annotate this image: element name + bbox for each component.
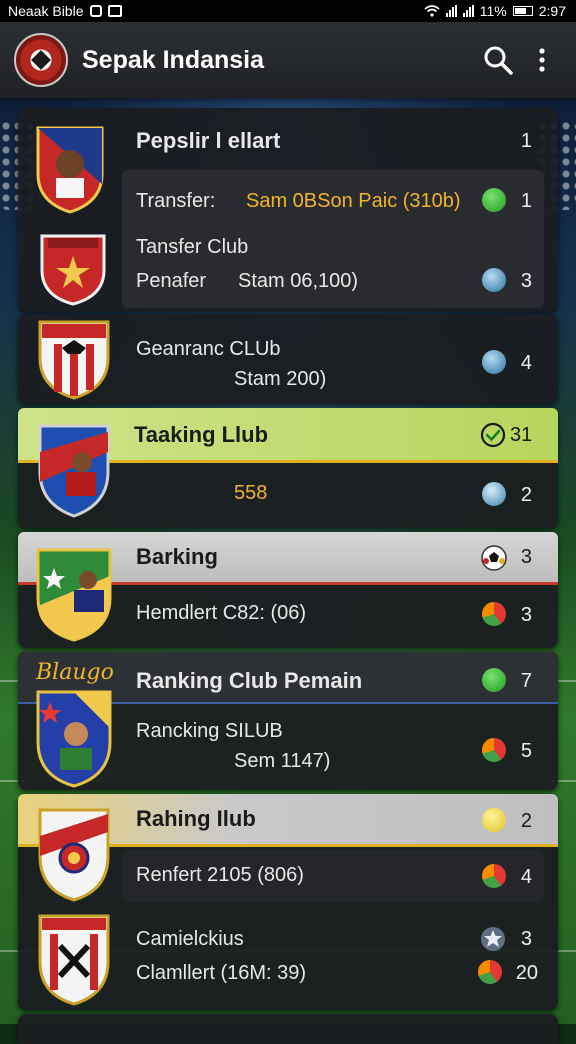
check-circle-icon <box>480 422 506 448</box>
status-neutral-icon <box>482 268 506 292</box>
transfer-club-label: Tansfer Club <box>136 236 249 258</box>
row-count: 1 <box>520 130 532 152</box>
row-title: Taaking Llub <box>134 422 269 447</box>
club-crest-icon <box>40 234 106 306</box>
list-item[interactable]: Pepslir l ellart 1 Transfer: Sam 0BSon P… <box>18 108 558 312</box>
app-title: Sepak Indansia <box>82 45 265 74</box>
carrier-text: Neaak Bible <box>8 3 84 19</box>
list-item[interactable]: Blaugo Ranking Club Pemain 7 Rancking SI… <box>18 652 558 790</box>
row-count: 2 <box>520 810 532 832</box>
battery-percent: 11% <box>479 3 507 19</box>
row-count: 4 <box>520 352 532 374</box>
status-neutral-icon <box>482 482 506 506</box>
status-mixed-icon <box>478 960 502 984</box>
row-title: Pepslir l ellart <box>136 128 281 153</box>
transfer-label: Transfer: <box>136 190 216 212</box>
row-count: 3 <box>520 270 532 292</box>
signal-icon-2 <box>462 5 474 17</box>
club-crest-icon <box>38 808 110 902</box>
row-count: 5 <box>520 740 532 762</box>
row-count: 31 <box>510 424 533 446</box>
status-mixed-icon <box>482 602 506 626</box>
penafer-label: Penafer <box>136 270 207 292</box>
notification-icon <box>89 5 102 17</box>
list-item-partial[interactable] <box>18 1014 558 1044</box>
star-badge-icon <box>481 927 505 951</box>
status-warning-icon <box>482 808 506 832</box>
club-value: Stam 200) <box>234 368 327 390</box>
row-detail: Hemdlert C82: (06) <box>136 602 307 624</box>
club-name: Camielckius <box>136 928 244 950</box>
club-crest-icon <box>38 320 110 400</box>
club-crest-icon <box>38 914 110 1006</box>
club-script-logo: Blaugo <box>36 660 114 685</box>
ranking-value: 558 <box>234 482 268 504</box>
penafer-value: Stam 06,100) <box>238 270 359 292</box>
club-crest-icon <box>36 548 112 642</box>
club-crest-icon <box>36 690 112 788</box>
row-count: 7 <box>520 670 532 692</box>
app-bar: Sepak Indansia <box>0 22 576 98</box>
list-item[interactable]: Barking 3 Hemdlert C82: (06) 3 <box>18 532 558 648</box>
row-detail-value: Sem 1147) <box>234 750 331 772</box>
status-bar: Neaak Bible 11% 2:97 <box>0 0 576 22</box>
logo-icon[interactable] <box>14 33 68 87</box>
list-item-highlighted[interactable]: Taaking Llub 31 558 2 <box>18 408 558 528</box>
status-up-icon <box>482 188 506 212</box>
row-count: 2 <box>520 484 532 506</box>
battery-icon <box>512 6 533 16</box>
soccer-ball-icon <box>481 545 507 571</box>
row-detail: Renfert 2105 (806) <box>136 864 304 886</box>
row-title: Rahing Ilub <box>136 806 256 831</box>
row-count: 3 <box>520 604 532 626</box>
more-options-button[interactable] <box>520 38 564 82</box>
transfer-value: Sam 0BSon Paic (310b) <box>246 190 461 212</box>
club-crest-icon <box>36 126 104 214</box>
clock: 2:97 <box>538 3 566 19</box>
row-title: Barking <box>136 544 218 569</box>
search-icon <box>484 46 513 75</box>
row-count: 4 <box>520 866 532 888</box>
list-item[interactable]: Geanranc CLUb Stam 200) 4 <box>18 314 558 404</box>
club-crest-icon <box>38 424 110 518</box>
club-name: Geanranc CLUb <box>136 338 281 360</box>
more-vertical-icon <box>539 48 545 72</box>
row-count: 3 <box>520 928 532 950</box>
row-title: Ranking Club Pemain <box>136 668 363 693</box>
status-mixed-icon <box>482 738 506 762</box>
row-detail: Rancking SILUB <box>136 720 283 742</box>
row-count: 20 <box>515 962 538 984</box>
status-up-icon <box>482 668 506 692</box>
row-count: 3 <box>520 546 532 568</box>
row-detail: Clamllert (16M: 39) <box>136 962 307 984</box>
status-mixed-icon <box>482 864 506 888</box>
image-icon <box>107 5 122 17</box>
row-count: 1 <box>520 190 532 212</box>
list-item[interactable]: Rahing Ilub 2 Renfert 2105 (806) 4 Camie… <box>18 794 558 1010</box>
status-neutral-icon <box>482 350 506 374</box>
signal-icon <box>445 5 457 17</box>
search-button[interactable] <box>476 38 520 82</box>
wifi-icon <box>424 5 440 17</box>
